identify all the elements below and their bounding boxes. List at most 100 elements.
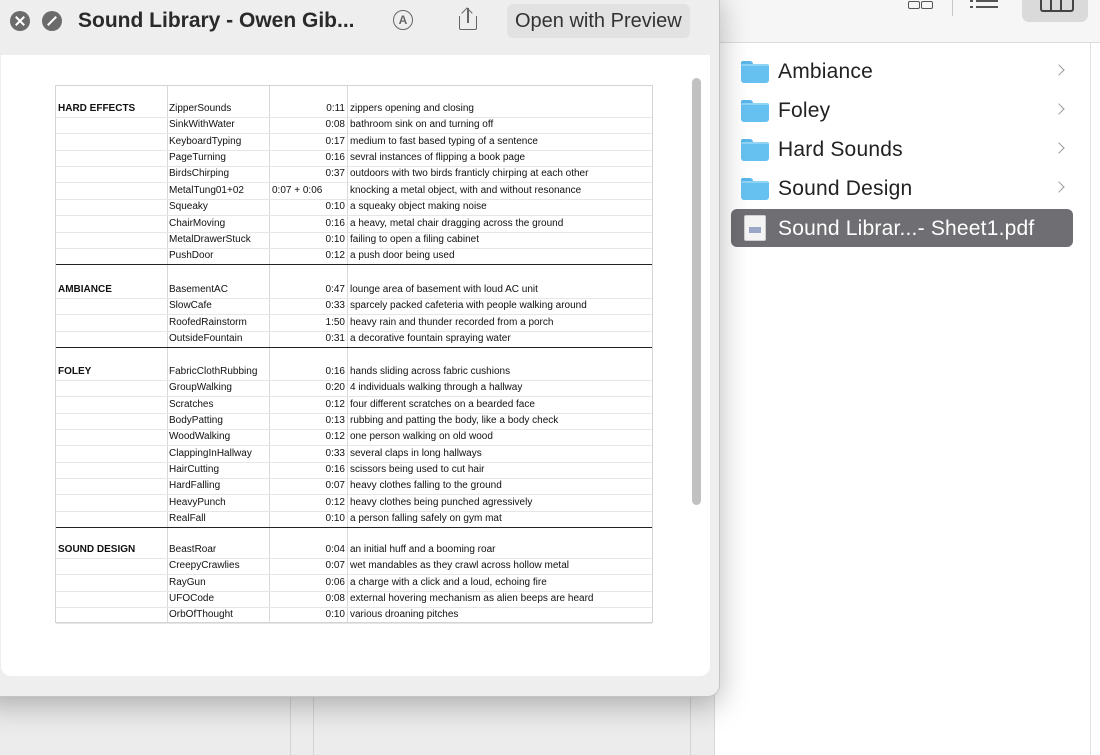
table-row: RayGun 0:06 a charge with a click and a lo…: [56, 575, 652, 592]
description-cell: hands sliding across fabric cushions: [350, 366, 511, 377]
finder-item-hard-sounds[interactable]: Hard Sounds: [731, 130, 1073, 168]
name-cell: KeyboardTyping: [169, 136, 242, 147]
close-button[interactable]: [10, 11, 30, 31]
folder-icon: [741, 139, 769, 161]
vertical-scrollbar[interactable]: [692, 78, 701, 505]
name-cell: PushDoor: [169, 250, 214, 261]
table-row: ClappingInHallway 0:33 several claps in lo…: [56, 446, 652, 463]
duration-cell: 0:16: [325, 218, 345, 229]
table-row: FOLEY FabricClothRubbing 0:16 hands sliding…: [56, 364, 652, 381]
duration-cell: 0:16: [325, 366, 345, 377]
description-cell: sparcely packed cafeteria with people wa…: [350, 300, 587, 311]
table-row: ChairMoving 0:16 a heavy, metal chair drag…: [56, 216, 652, 233]
description-cell: a squeaky object making noise: [350, 201, 487, 212]
window-title: Sound Library - Owen Gib...: [78, 9, 355, 32]
description-cell: a heavy, metal chair dragging across the…: [350, 218, 564, 229]
finder-item-label: Sound Librar...- Sheet1.pdf: [778, 217, 1035, 240]
description-cell: several claps in long hallways: [350, 448, 482, 459]
open-with-preview-button[interactable]: Open with Preview: [507, 4, 690, 38]
table-row: UFOCode 0:08 external hovering mechanism a…: [56, 591, 652, 608]
toolbar-divider: [952, 0, 953, 16]
description-cell: 4 individuals walking through a hallway: [350, 382, 523, 393]
table-row: WoodWalking 0:12 one person walking on old…: [56, 429, 652, 446]
finder-item-label: Foley: [778, 99, 831, 122]
description-cell: sevral instances of flipping a book page: [350, 152, 526, 163]
description-cell: an initial huff and a booming roar: [350, 544, 496, 555]
table-row: PushDoor 0:12 a push door being used: [56, 248, 652, 265]
finder-item-sound-design[interactable]: Sound Design: [731, 169, 1073, 207]
name-cell: MetalTung01+02: [169, 185, 244, 196]
duration-cell: 0:20: [325, 382, 345, 393]
duration-cell: 0:33: [325, 300, 345, 311]
duration-cell: 0:07: [325, 480, 345, 491]
category-cell: AMBIANCE: [58, 284, 112, 295]
description-cell: heavy clothes being punched agressively: [350, 497, 533, 508]
duration-cell: 0:16: [325, 464, 345, 475]
name-cell: UFOCode: [169, 593, 215, 604]
column-view-button[interactable]: [1022, 0, 1088, 22]
description-cell: knocking a metal object, with and withou…: [350, 185, 582, 196]
name-cell: BeastRoar: [169, 544, 217, 555]
name-cell: RealFall: [169, 513, 206, 524]
duration-cell: 0:12: [325, 399, 345, 410]
description-cell: one person walking on old wood: [350, 431, 493, 442]
duration-cell: 0:10: [325, 609, 345, 620]
table-row: BodyPatting 0:13 rubbing and patting the b…: [56, 413, 652, 430]
name-cell: OutsideFountain: [169, 333, 243, 344]
duration-cell: 0:06: [325, 577, 345, 588]
chevron-right-icon: [1053, 103, 1065, 115]
table-row: PageTurning 0:16 sevral instances of flipp…: [56, 150, 652, 167]
duration-cell: 0:16: [325, 152, 345, 163]
category-cell: SOUND DESIGN: [58, 544, 136, 555]
table-row: HairCutting 0:16 scissors being used to cu…: [56, 462, 652, 479]
finder-item-foley[interactable]: Foley: [731, 91, 1073, 129]
table-row: AMBIANCE BasementAC 0:47 lounge area of bas…: [56, 282, 652, 299]
name-cell: BasementAC: [169, 284, 228, 295]
duration-cell: 0:10: [325, 234, 345, 245]
finder-item-sound-library-pdf[interactable]: Sound Librar...- Sheet1.pdf: [731, 209, 1073, 247]
name-cell: HeavyPunch: [169, 497, 226, 508]
finder-item-ambiance[interactable]: Ambiance: [731, 52, 1073, 90]
duration-cell: 0:12: [325, 497, 345, 508]
description-cell: failing to open a filing cabinet: [350, 234, 479, 245]
table-row: RoofedRainstorm 1:50 heavy rain and thunde…: [56, 315, 652, 332]
name-cell: ZipperSounds: [169, 103, 232, 114]
column-view-icon: [1040, 0, 1074, 12]
list-view-icon[interactable]: [970, 0, 1000, 12]
name-cell: MetalDrawerStuck: [169, 234, 251, 245]
finder-item-label: Ambiance: [778, 60, 873, 83]
table-row: OutsideFountain 0:31 a decorative fountain…: [56, 331, 652, 348]
duration-cell: 0:37: [325, 168, 345, 179]
description-cell: scissors being used to cut hair: [350, 464, 485, 475]
chevron-right-icon: [1053, 142, 1065, 154]
name-cell: RayGun: [169, 577, 206, 588]
description-cell: bathroom sink on and turning off: [350, 119, 494, 130]
description-cell: lounge area of basement with loud AC uni…: [350, 284, 538, 295]
table-row: MetalDrawerStuck 0:10 failing to open a fi…: [56, 232, 652, 249]
category-cell: HARD EFFECTS: [58, 103, 136, 114]
table-row: SOUND DESIGN BeastRoar 0:04 an initial huff…: [56, 542, 652, 559]
icon-view-icon[interactable]: [908, 0, 934, 12]
description-cell: a charge with a click and a loud, echoin…: [350, 577, 547, 588]
name-cell: Scratches: [169, 399, 214, 410]
table-row: SlowCafe 0:33 sparcely packed cafeteria wi…: [56, 298, 652, 315]
duration-cell: 0:31: [325, 333, 345, 344]
finder-item-label: Sound Design: [778, 177, 913, 200]
name-cell: WoodWalking: [169, 431, 231, 442]
markup-icon[interactable]: A: [393, 10, 413, 30]
fullscreen-button[interactable]: [42, 11, 62, 31]
description-cell: a decorative fountain spraying water: [350, 333, 511, 344]
name-cell: HairCutting: [169, 464, 220, 475]
finder-column-background: [0, 690, 718, 755]
duration-cell: 0:04: [325, 544, 345, 555]
share-icon[interactable]: [457, 7, 479, 31]
table-row: HardFalling 0:07 heavy clothes falling to …: [56, 478, 652, 495]
name-cell: OrbOfThought: [169, 609, 233, 620]
name-cell: CreepyCrawlies: [169, 560, 240, 571]
table-row: GroupWalking 0:20 4 individuals walking th…: [56, 380, 652, 397]
description-cell: a push door being used: [350, 250, 455, 261]
duration-cell: 0:47: [325, 284, 345, 295]
finder-column-edge: [1090, 43, 1100, 755]
duration-cell: 0:33: [325, 448, 345, 459]
duration-cell: 0:10: [325, 513, 345, 524]
